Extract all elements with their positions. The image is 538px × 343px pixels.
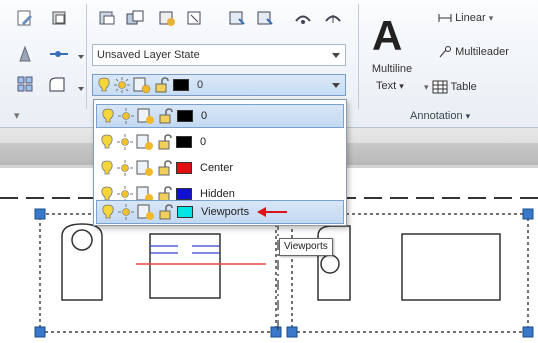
lightbulb-icon[interactable] [97,77,111,93]
layer-name: Viewports [201,206,250,218]
chevron-down-icon[interactable] [332,83,340,88]
layer-walk-icon[interactable] [46,74,68,94]
layer-grid-icon[interactable] [14,74,36,94]
unlock-icon[interactable] [157,134,173,150]
layer-off-icon[interactable] [292,8,314,28]
grip-handle[interactable] [270,326,282,338]
unlock-icon[interactable] [157,160,173,176]
layer-dropdown[interactable]: 0 0 Center Hidden Viewports [93,99,347,226]
sun-icon[interactable] [118,108,134,124]
layer-color-swatch[interactable] [176,188,192,200]
current-layer-combo[interactable]: 0 [92,74,346,96]
linear-dimension-button[interactable]: Linear ▾ [438,12,493,24]
tooltip: Viewports [279,238,333,256]
layer-color-swatch[interactable] [177,110,193,122]
sun-icon[interactable] [114,77,130,93]
layer-status-icons [97,77,189,93]
lightbulb-icon[interactable] [100,160,114,176]
sun-icon[interactable] [117,134,133,150]
viewport-freeze-icon[interactable] [136,134,154,150]
layer-delete-icon[interactable] [184,8,206,28]
layer-name: 0 [200,136,207,148]
linear-dimension-icon [438,14,452,23]
viewport-freeze-icon[interactable] [137,204,155,220]
unlock-icon[interactable] [158,204,174,220]
grip-handle[interactable] [34,208,46,220]
layer-merge-icon[interactable] [156,8,178,28]
table-button[interactable]: ▾ Table [424,80,477,94]
layer-isolate-icon[interactable] [14,44,36,64]
ribbon-separator [358,4,359,109]
unlock-icon[interactable] [158,108,174,124]
grip-handle[interactable] [286,326,298,338]
multiline-text-icon[interactable]: A [372,12,402,60]
layer-color-swatch[interactable] [177,206,193,218]
annotation-panel-title[interactable]: Annotation ▾ [410,108,470,124]
layer-name: 0 [201,110,208,122]
lightbulb-icon[interactable] [100,134,114,150]
layer-color-swatch[interactable] [173,79,189,91]
layer-lock-icon[interactable] [254,8,276,28]
grip-handle[interactable] [522,326,534,338]
layer-state-combo[interactable]: Unsaved Layer State [92,44,346,66]
layer-name: Hidden [200,188,235,200]
ribbon-separator [86,4,87,109]
layer-state-text: Unsaved Layer State [97,49,200,61]
sun-icon[interactable] [118,204,134,220]
viewport-freeze-icon[interactable] [133,77,151,93]
pointer-arrow-icon [257,207,288,217]
lightbulb-icon[interactable] [101,204,115,220]
layer-match-icon[interactable] [48,44,70,64]
layer-properties-icon[interactable] [14,8,36,28]
viewport-freeze-icon[interactable] [137,108,155,124]
lightbulb-icon[interactable] [101,108,115,124]
layer-item[interactable]: Center [96,156,344,180]
multiline-text-label[interactable]: Multiline [368,62,416,76]
layer-stack-icon[interactable] [48,8,70,28]
part-tab-left [61,223,103,301]
current-layer-name: 0 [197,79,204,91]
panel-expand-arrow[interactable]: ▾ [14,108,20,124]
hole-circle [71,229,93,251]
layer-item[interactable]: Viewports [96,200,344,224]
layer-color-swatch[interactable] [176,162,192,174]
layer-copy-icon[interactable] [124,8,146,28]
layer-freeze-icon[interactable] [226,8,248,28]
layer-status-icons [100,134,192,150]
layer-name: Center [200,162,234,174]
layer-color-swatch[interactable] [176,136,192,148]
layer-status-icons [101,204,193,220]
small-dropdown-arrow-icon[interactable] [70,46,92,66]
layer-status-icons [100,160,192,176]
layer-previous-icon[interactable] [96,8,118,28]
part-section [149,233,221,299]
multileader-button[interactable]: Multileader [438,46,509,58]
grip-handle[interactable] [34,326,46,338]
grip-handle[interactable] [522,208,534,220]
unlock-icon[interactable] [154,77,170,93]
layer-item[interactable]: 0 [96,104,344,128]
part-block-right [401,233,501,301]
viewport-freeze-icon[interactable] [136,160,154,176]
small-dropdown-arrow-icon-2[interactable] [70,78,92,98]
layer-on-icon[interactable] [322,8,344,28]
chevron-down-icon[interactable] [332,53,340,58]
table-icon [432,80,448,94]
layer-item[interactable]: 0 [96,130,344,154]
multiline-text-label-2[interactable]: Text ▾ [376,80,404,92]
sun-icon[interactable] [117,160,133,176]
hole-circle-right [320,254,340,274]
multileader-icon [439,46,451,58]
layer-status-icons [101,108,193,124]
